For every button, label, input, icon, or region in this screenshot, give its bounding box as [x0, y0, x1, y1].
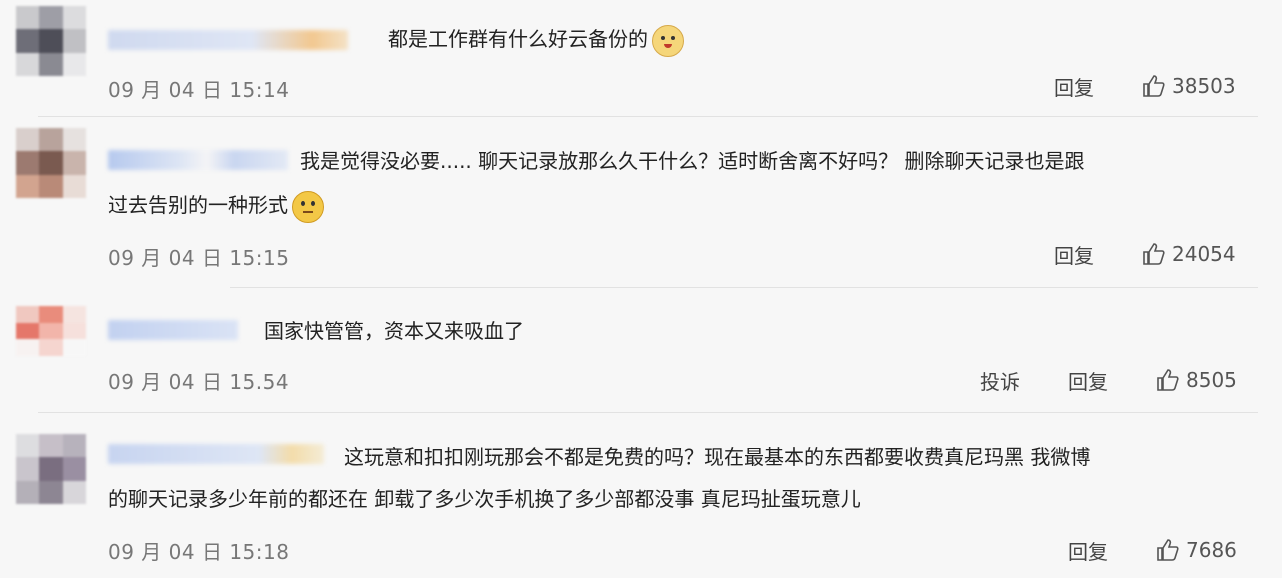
avatar[interactable]	[16, 306, 86, 356]
avatar[interactable]	[16, 434, 86, 504]
comment-text: 都是工作群有什么好云备份的	[388, 20, 684, 58]
comment-timestamp: 09 月 04 日 15:14	[108, 78, 290, 102]
like-count: 7686	[1186, 538, 1237, 562]
reply-button[interactable]: 回复	[1068, 366, 1108, 395]
username-blurred[interactable]	[108, 30, 348, 50]
username-blurred[interactable]	[108, 444, 324, 464]
like-button[interactable]: 38503	[1142, 74, 1236, 98]
dog-emoji-icon	[652, 24, 684, 57]
thumbs-up-icon	[1143, 75, 1165, 97]
reply-button[interactable]: 回复	[1054, 72, 1094, 101]
like-count: 24054	[1172, 242, 1236, 266]
comment-timestamp: 09 月 04 日 15:15	[108, 246, 290, 270]
like-count: 38503	[1172, 74, 1236, 98]
username-blurred[interactable]	[108, 150, 288, 170]
reply-button[interactable]: 回复	[1068, 536, 1108, 565]
comment-timestamp: 09 月 04 日 15:18	[108, 540, 290, 564]
like-button[interactable]: 8505	[1156, 368, 1237, 392]
comment-item: 这玩意和扣扣刚玩那会不都是免费的吗？现在最基本的东西都要收费真尼玛黑 我微博 的…	[0, 414, 1282, 578]
username-blurred[interactable]	[108, 320, 238, 340]
comment-text: 这玩意和扣扣刚玩那会不都是免费的吗？现在最基本的东西都要收费真尼玛黑 我微博	[344, 445, 1091, 469]
thumbs-up-icon	[1143, 243, 1165, 265]
thumbs-up-icon	[1157, 369, 1179, 391]
thumbs-up-icon	[1157, 539, 1179, 561]
report-button[interactable]: 投诉	[980, 366, 1020, 395]
comment-text: 国家快管管，资本又来吸血了	[264, 319, 524, 343]
comment-text: 我是觉得没必要..... 聊天记录放那么久干什么？适时断舍离不好吗？ 删除聊天记…	[300, 149, 1085, 173]
thinking-face-emoji-icon	[292, 190, 324, 223]
comment-text: 的聊天记录多少年前的都还在 卸载了多少次手机换了多少部都没事 真尼玛扯蛋玩意儿	[108, 487, 861, 511]
comment-divider	[38, 116, 1258, 117]
comment-text: 过去告别的一种形式	[108, 186, 324, 224]
comment-item: 我是觉得没必要..... 聊天记录放那么久干什么？适时断舍离不好吗？ 删除聊天记…	[0, 118, 1282, 288]
comment-timestamp: 09 月 04 日 15.54	[108, 370, 290, 394]
like-button[interactable]: 24054	[1142, 242, 1236, 266]
avatar[interactable]	[16, 128, 86, 198]
comment-divider	[38, 412, 1258, 413]
reply-button[interactable]: 回复	[1054, 240, 1094, 269]
comment-item: 都是工作群有什么好云备份的 09 月 04 日 15:14 回复 38503	[0, 0, 1282, 118]
comment-item: 国家快管管，资本又来吸血了 09 月 04 日 15.54 投诉 回复 8505	[0, 288, 1282, 412]
like-button[interactable]: 7686	[1156, 538, 1237, 562]
avatar[interactable]	[16, 6, 86, 76]
like-count: 8505	[1186, 368, 1237, 392]
